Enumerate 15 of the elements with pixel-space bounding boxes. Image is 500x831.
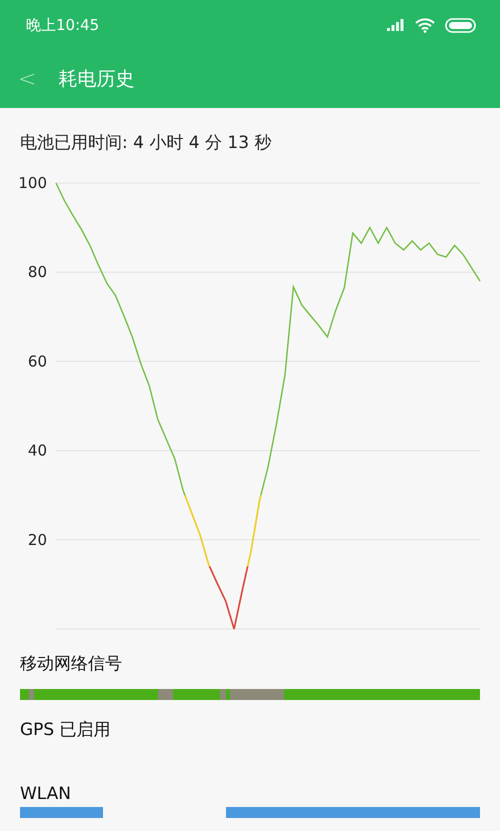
axis-label: 20 — [28, 530, 47, 549]
axis-label: 80 — [28, 263, 47, 282]
timeline-label: 移动网络信号 — [20, 653, 123, 675]
axis-label: 60 — [28, 352, 47, 370]
back-button[interactable]: < — [18, 66, 36, 92]
timeline-label: WLAN — [20, 784, 72, 804]
axis-label: 40 — [28, 442, 47, 460]
battery-icon — [445, 18, 476, 32]
signal-icon — [387, 19, 405, 31]
wifi-icon — [415, 18, 435, 32]
timeline-label: GPS 已启用 — [20, 719, 112, 741]
page-title: 耗电历史 — [58, 67, 134, 92]
usage-time: 电池已用时间: 4 小时 4 分 13 秒 — [19, 132, 272, 155]
status-time: 晚上10:45 — [26, 16, 100, 34]
axis-label: 100 — [18, 174, 47, 192]
